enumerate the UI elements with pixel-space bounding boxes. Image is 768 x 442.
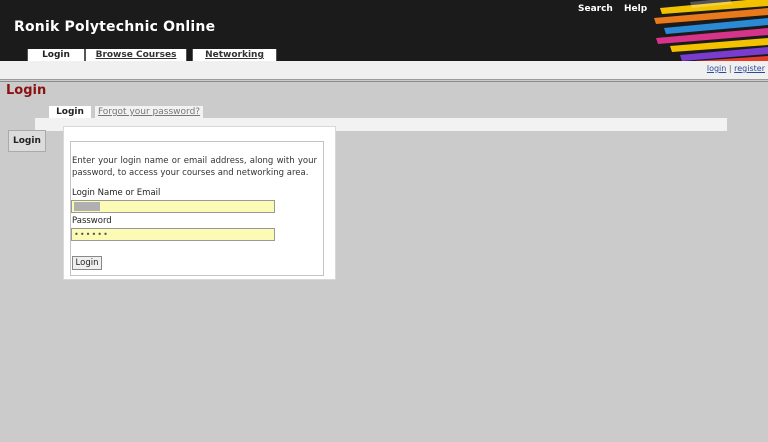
site-title: Ronik Polytechnic Online <box>14 19 216 35</box>
page-title: Login <box>6 83 47 98</box>
top-links: Search Help <box>578 4 655 14</box>
colored-pencils-icon <box>650 0 768 61</box>
tab-browse-courses-label: Browse Courses <box>95 50 177 60</box>
auth-links: login | register <box>707 64 765 73</box>
divider <box>0 81 768 82</box>
tab-login[interactable]: Login <box>27 49 85 61</box>
tab-networking[interactable]: Networking <box>192 49 277 61</box>
tab-networking-label: Networking <box>205 50 264 60</box>
subtab-login[interactable]: Login <box>49 106 91 118</box>
site-header: Ronik Polytechnic Online Search Help Log… <box>0 0 768 61</box>
login-name-label: Login Name or Email <box>72 188 161 198</box>
subtab-forgot-password[interactable]: Forgot your password? <box>95 106 203 118</box>
password-label: Password <box>72 216 112 226</box>
login-link[interactable]: login <box>707 64 727 73</box>
auth-separator: | <box>728 64 732 73</box>
register-link[interactable]: register <box>734 64 765 73</box>
tab-login-label: Login <box>42 50 70 60</box>
login-legend: Login <box>8 130 46 152</box>
password-field[interactable]: •••••• <box>71 228 275 241</box>
sub-header-strip: login | register <box>0 61 768 80</box>
search-link[interactable]: Search <box>578 4 613 14</box>
redacted-value <box>74 202 100 211</box>
login-name-field[interactable] <box>71 200 275 213</box>
tab-browse-courses[interactable]: Browse Courses <box>85 49 187 61</box>
help-link[interactable]: Help <box>624 4 647 14</box>
login-button[interactable]: Login <box>72 256 102 270</box>
login-instructions: Enter your login name or email address, … <box>72 156 317 178</box>
